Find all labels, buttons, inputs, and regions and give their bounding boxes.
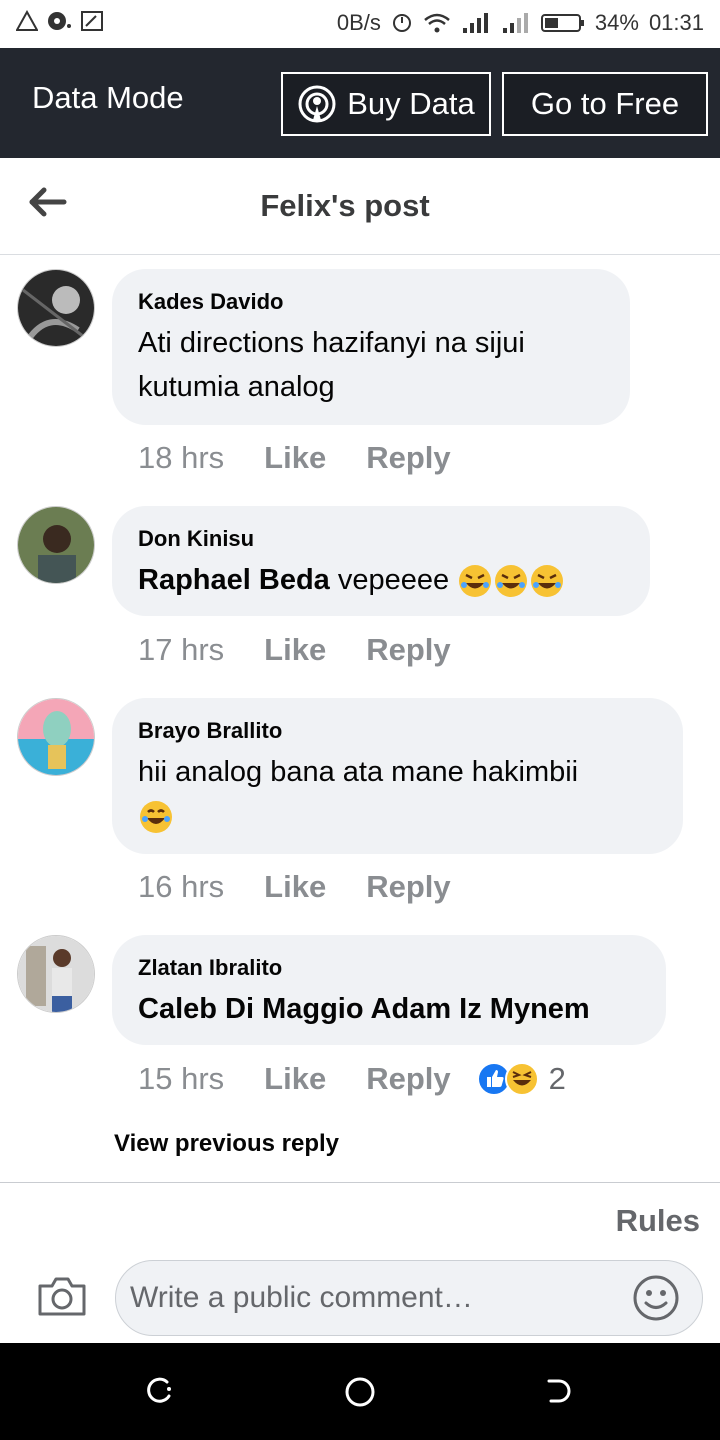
comment-bubble[interactable]: Kades Davido Ati directions hazifanyi na…: [112, 269, 630, 425]
mention-link[interactable]: Caleb Di Maggio Adam Iz Mynem: [138, 993, 590, 1025]
smiley-icon[interactable]: [632, 1274, 680, 1322]
comment-input-placeholder: Write a public comment…: [130, 1281, 473, 1314]
system-nav-bar: [0, 1343, 720, 1440]
wifi-icon: [424, 13, 450, 33]
mention-link[interactable]: Raphael Beda: [138, 564, 330, 596]
comment-actions: 18 hrs Like Reply: [138, 440, 451, 476]
joy-emoji-icon: [140, 801, 172, 834]
comment-author[interactable]: Brayo Brallito: [138, 718, 657, 744]
comment-actions: 15 hrs Like Reply 2: [138, 1061, 566, 1097]
status-right: 0B/s 34% 01:31: [337, 10, 704, 36]
battery-icon: [540, 14, 584, 32]
cast-icon: [81, 11, 103, 31]
data-saver-icon: [392, 14, 411, 32]
reply-button[interactable]: Reply: [366, 440, 450, 476]
reply-button[interactable]: Reply: [366, 632, 450, 668]
data-mode-title: Data Mode: [32, 80, 184, 115]
reaction-summary[interactable]: 2: [476, 1061, 566, 1097]
status-bar: 0B/s 34% 01:31: [0, 0, 720, 48]
comment-time: 16 hrs: [138, 869, 225, 904]
comment-time: 17 hrs: [138, 632, 225, 667]
buy-data-label: Buy Data: [347, 86, 475, 121]
comment-author[interactable]: Don Kinisu: [138, 526, 624, 552]
rofl-emoji-icon: [531, 565, 564, 598]
net-speed: 0B/s: [336, 10, 381, 35]
signal-2-icon: [502, 13, 528, 33]
comment-author[interactable]: Kades Davido: [138, 289, 604, 315]
home-icon[interactable]: [343, 1375, 377, 1409]
podcast-icon: [298, 85, 336, 123]
comment-time: 18 hrs: [138, 440, 225, 475]
record-icon: [48, 12, 71, 30]
comment-bubble[interactable]: Brayo Brallito hii analog bana ata mane …: [112, 698, 683, 854]
rofl-emoji-icon: [459, 565, 492, 598]
data-mode-bar: Data Mode Buy Data Go to Free: [0, 48, 720, 158]
warning-icon: [16, 10, 38, 31]
battery-percent: 34%: [594, 10, 639, 35]
reaction-count: 2: [548, 1061, 566, 1096]
divider: [0, 1182, 720, 1183]
camera-icon[interactable]: [36, 1274, 88, 1318]
comment-text: vepeeee: [329, 564, 450, 596]
haha-reaction-icon: [504, 1062, 539, 1096]
comment-input[interactable]: Write a public comment…: [115, 1260, 703, 1336]
comment-bubble[interactable]: Don Kinisu Raphael Beda vepeeee: [112, 506, 650, 616]
like-button[interactable]: Like: [264, 1061, 326, 1097]
like-button[interactable]: Like: [264, 440, 326, 476]
view-previous-reply-link[interactable]: View previous reply: [114, 1130, 339, 1158]
like-button[interactable]: Like: [264, 869, 326, 905]
comment-bubble[interactable]: Zlatan Ibralito Caleb Di Maggio Adam Iz …: [112, 935, 666, 1045]
reply-button[interactable]: Reply: [366, 1061, 450, 1097]
buy-data-button[interactable]: Buy Data: [281, 72, 491, 136]
comment-text: hii analog bana ata mane hakimbii: [138, 756, 579, 788]
go-to-free-button[interactable]: Go to Free: [502, 72, 708, 136]
post-header: Felix's post: [0, 158, 720, 255]
comment-actions: 17 hrs Like Reply: [138, 632, 451, 668]
go-to-free-label: Go to Free: [530, 86, 680, 121]
avatar[interactable]: [17, 269, 95, 347]
back-nav-icon[interactable]: [545, 1376, 575, 1406]
comment-time: 15 hrs: [138, 1061, 225, 1096]
avatar[interactable]: [17, 698, 95, 776]
comment-actions: 16 hrs Like Reply: [138, 869, 451, 905]
rofl-emoji-icon: [495, 565, 528, 598]
clock: 01:31: [648, 10, 704, 35]
reply-button[interactable]: Reply: [366, 869, 450, 905]
recent-apps-icon[interactable]: [145, 1376, 175, 1406]
signal-icon: [462, 13, 488, 33]
avatar[interactable]: [17, 935, 95, 1013]
page-title: Felix's post: [260, 188, 430, 223]
avatar[interactable]: [17, 506, 95, 584]
comment-text: Ati directions hazifanyi na sijui kutumi…: [138, 327, 525, 403]
rules-link[interactable]: Rules: [616, 1203, 700, 1239]
like-button[interactable]: Like: [264, 632, 326, 668]
status-notification-icons: [16, 10, 104, 32]
comment-author[interactable]: Zlatan Ibralito: [138, 955, 640, 981]
